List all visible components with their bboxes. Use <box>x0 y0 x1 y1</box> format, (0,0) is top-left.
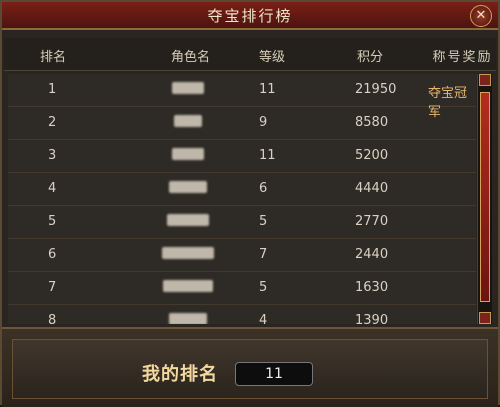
rank-cell: 8 <box>48 313 57 324</box>
scroll-thumb[interactable] <box>480 92 490 302</box>
window-title: 夺宝排行榜 <box>207 7 293 25</box>
scroll-down-arrow-icon[interactable] <box>479 312 491 324</box>
table-row[interactable]: 8 4 1390 <box>8 305 476 324</box>
scroll-up-arrow-icon[interactable] <box>479 74 491 86</box>
level-cell: 5 <box>259 280 268 295</box>
table-header: 排名 角色名 等级 积分 称号奖励 <box>4 38 496 71</box>
score-cell: 2770 <box>355 214 389 229</box>
score-cell: 21950 <box>355 82 397 97</box>
redacted-name <box>163 280 213 292</box>
name-cell <box>148 115 228 131</box>
name-cell <box>148 247 228 263</box>
level-cell: 6 <box>259 181 268 196</box>
redacted-name <box>169 313 207 324</box>
score-cell: 1630 <box>355 280 389 295</box>
name-cell <box>148 181 228 197</box>
rank-cell: 4 <box>48 181 57 196</box>
table-row[interactable]: 2 9 8580 <box>8 107 476 140</box>
level-cell: 7 <box>259 247 268 262</box>
my-rank-value: 11 <box>235 362 313 386</box>
scrollbar[interactable] <box>477 74 492 324</box>
redacted-name <box>174 115 202 127</box>
table-row[interactable]: 7 5 1630 <box>8 272 476 305</box>
redacted-name <box>172 148 204 160</box>
header-score: 积分 <box>357 50 384 65</box>
name-cell <box>148 214 228 230</box>
rank-cell: 5 <box>48 214 57 229</box>
score-cell: 8580 <box>355 115 389 130</box>
redacted-name <box>162 247 214 259</box>
header-title-reward: 称号奖励 <box>432 50 493 65</box>
score-cell: 5200 <box>355 148 389 163</box>
name-cell <box>148 82 228 98</box>
level-cell: 11 <box>259 148 276 163</box>
table-row[interactable]: 4 6 4440 <box>8 173 476 206</box>
name-cell <box>148 148 228 164</box>
score-cell: 2440 <box>355 247 389 262</box>
level-cell: 5 <box>259 214 268 229</box>
my-rank-label: 我的排名 <box>142 364 218 385</box>
rank-cell: 7 <box>48 280 57 295</box>
score-cell: 4440 <box>355 181 389 196</box>
ranking-window: 夺宝排行榜 ✕ 排名 角色名 等级 积分 称号奖励 1 11 21950 夺宝冠… <box>0 0 500 407</box>
rank-cell: 1 <box>48 82 57 97</box>
score-cell: 1390 <box>355 313 389 324</box>
header-level: 等级 <box>259 50 286 65</box>
close-icon: ✕ <box>475 8 487 23</box>
level-cell: 9 <box>259 115 268 130</box>
redacted-name <box>172 82 204 94</box>
level-cell: 4 <box>259 313 268 324</box>
table-row[interactable]: 6 7 2440 <box>8 239 476 272</box>
rank-cell: 2 <box>48 115 57 130</box>
rank-cell: 3 <box>48 148 57 163</box>
title-bar: 夺宝排行榜 ✕ <box>2 2 498 30</box>
name-cell <box>148 280 228 296</box>
name-cell <box>148 313 228 324</box>
header-name: 角色名 <box>171 50 211 65</box>
redacted-name <box>169 181 207 193</box>
level-cell: 11 <box>259 82 276 97</box>
table-row[interactable]: 5 5 2770 <box>8 206 476 239</box>
table-row[interactable]: 3 11 5200 <box>8 140 476 173</box>
header-rank: 排名 <box>40 50 67 65</box>
rank-cell: 6 <box>48 247 57 262</box>
ranking-list[interactable]: 1 11 21950 夺宝冠军 2 9 8580 3 11 5200 4 6 4… <box>8 74 476 324</box>
redacted-name <box>167 214 209 226</box>
close-button[interactable]: ✕ <box>470 5 492 27</box>
table-row[interactable]: 1 11 21950 夺宝冠军 <box>8 74 476 120</box>
